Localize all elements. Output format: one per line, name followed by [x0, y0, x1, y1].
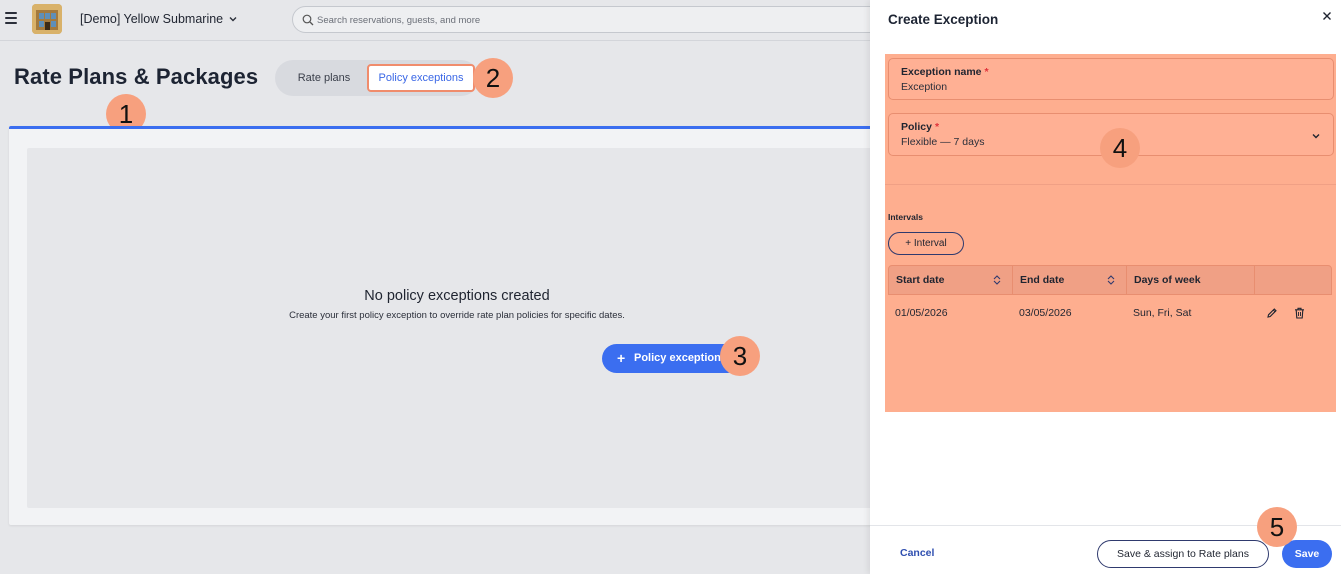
policy-value: Flexible — 7 days — [901, 136, 985, 148]
empty-state-title: No policy exceptions created — [364, 288, 550, 304]
divider — [885, 184, 1336, 185]
column-days-of-week: Days of week — [1127, 266, 1255, 294]
create-exception-drawer: Create Exception Exception name * Excepti… — [870, 0, 1341, 574]
close-icon[interactable] — [1322, 11, 1332, 21]
table-row: 01/05/2026 03/05/2026 Sun, Fri, Sat — [888, 295, 1332, 332]
exception-name-label: Exception name * — [901, 66, 989, 78]
hotel-switcher[interactable]: [Demo] Yellow Submarine — [80, 12, 223, 26]
drawer-title: Create Exception — [888, 12, 999, 27]
add-interval-button[interactable]: + Interval — [888, 232, 964, 255]
required-mark: * — [984, 66, 989, 78]
trash-icon[interactable] — [1294, 307, 1305, 319]
pencil-icon[interactable] — [1266, 307, 1278, 319]
sort-icon[interactable] — [993, 275, 1001, 285]
tab-policy-exceptions[interactable]: Policy exceptions — [367, 64, 475, 92]
top-bar: [Demo] Yellow Submarine — [0, 0, 892, 41]
cell-end-date: 03/05/2026 — [1019, 307, 1072, 319]
policy-label: Policy * — [901, 121, 940, 133]
table-header: Start date End date Days of week — [888, 265, 1332, 295]
required-mark: * — [934, 121, 940, 133]
add-policy-exception-label: Policy exception — [634, 352, 721, 364]
column-end-date[interactable]: End date — [1013, 266, 1127, 294]
hotel-logo — [32, 4, 62, 34]
annotation-badge-5: 5 — [1257, 507, 1297, 547]
column-actions — [1255, 266, 1333, 294]
plus-icon: + — [617, 350, 626, 366]
page-title: Rate Plans & Packages — [14, 64, 259, 89]
intervals-label: Intervals — [888, 212, 923, 222]
policy-exceptions-card: No policy exceptions created Create your… — [9, 126, 889, 525]
cell-start-date: 01/05/2026 — [895, 307, 948, 319]
intervals-table: Start date End date Days of week 01/05/2… — [888, 265, 1332, 332]
save-and-assign-button[interactable]: Save & assign to Rate plans — [1097, 540, 1269, 568]
annotation-badge-2: 2 — [473, 58, 513, 98]
search-icon — [302, 14, 314, 26]
search-box[interactable] — [292, 6, 892, 33]
empty-state-description: Create your first policy exception to ov… — [289, 310, 625, 321]
hamburger-menu-icon[interactable] — [5, 12, 17, 24]
empty-state: No policy exceptions created Create your… — [27, 148, 887, 508]
chevron-down-icon[interactable] — [1311, 131, 1321, 141]
chevron-down-icon[interactable] — [228, 14, 238, 24]
annotation-badge-4: 4 — [1100, 128, 1140, 168]
exception-name-field[interactable]: Exception name * Exception — [888, 58, 1334, 100]
tab-rate-plans[interactable]: Rate plans — [281, 64, 367, 92]
cancel-button[interactable]: Cancel — [900, 547, 934, 559]
sort-icon[interactable] — [1107, 275, 1115, 285]
tab-bar: Rate plans Policy exceptions — [275, 60, 479, 96]
cell-days-of-week: Sun, Fri, Sat — [1133, 307, 1192, 319]
save-button[interactable]: Save — [1282, 540, 1332, 568]
column-start-date[interactable]: Start date — [889, 266, 1013, 294]
exception-name-value[interactable]: Exception — [901, 81, 947, 93]
annotation-badge-3: 3 — [720, 336, 760, 376]
search-input[interactable] — [317, 11, 877, 29]
